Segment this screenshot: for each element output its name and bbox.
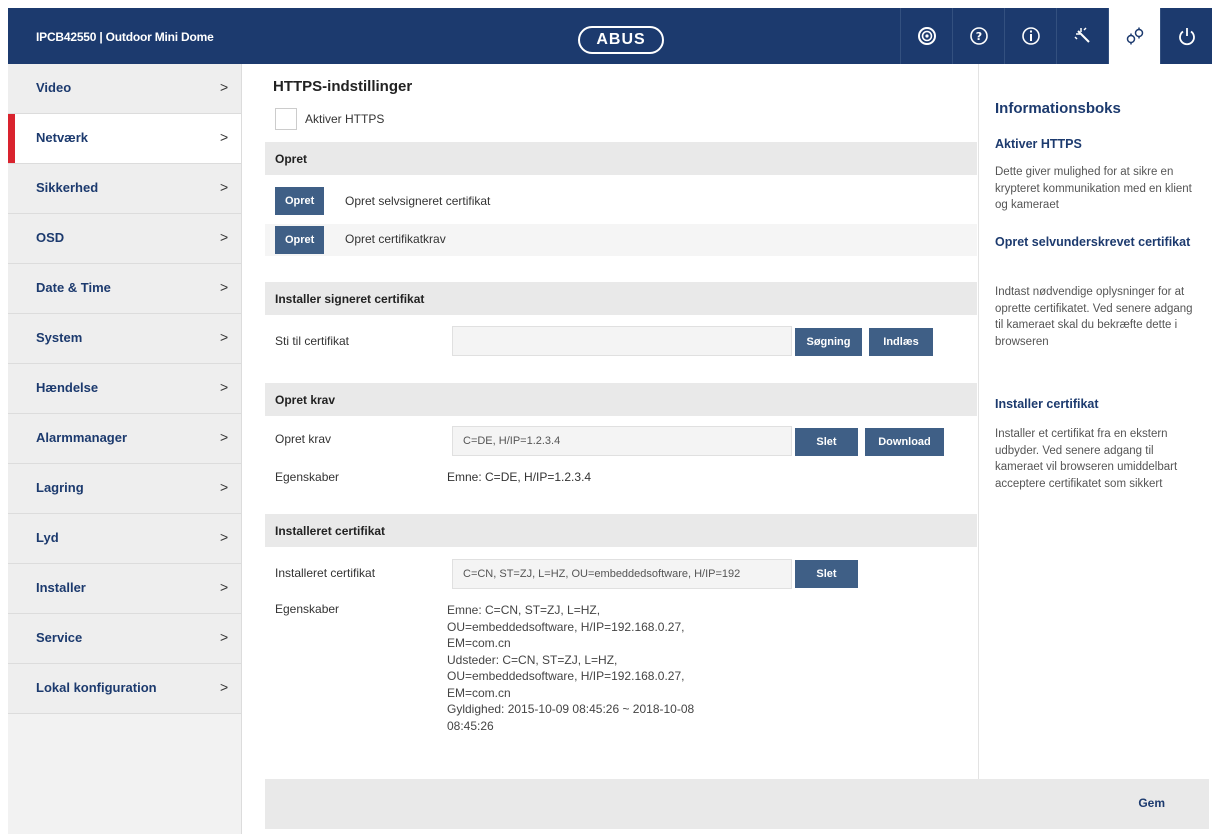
chevron-right-icon: >: [220, 629, 229, 645]
request-input[interactable]: C=DE, H/IP=1.2.3.4: [452, 426, 792, 456]
section-header-label: Installeret certifikat: [275, 524, 386, 538]
create-self-signed-button[interactable]: Opret: [275, 187, 325, 215]
power-icon[interactable]: [1160, 8, 1212, 64]
sidebar-item-date-time[interactable]: Date & Time >: [8, 264, 241, 314]
browse-button[interactable]: Søgning: [795, 328, 862, 356]
download-button[interactable]: Download: [865, 428, 944, 456]
sidebar-item-label: Lokal konfiguration: [36, 680, 157, 695]
camera-lens-icon[interactable]: [900, 8, 952, 64]
chevron-right-icon: >: [220, 579, 229, 595]
chevron-right-icon: >: [220, 679, 229, 695]
sidebar-item-label: Installer: [36, 580, 86, 595]
info-icon[interactable]: [1004, 8, 1056, 64]
create-section-header: Opret: [265, 142, 977, 175]
sidebar-item-label: Alarmmanager: [36, 430, 128, 445]
sidebar-item-alarmmanager[interactable]: Alarmmanager >: [8, 414, 241, 464]
sidebar-item-video[interactable]: Video >: [8, 64, 241, 114]
sidebar-item-lagring[interactable]: Lagring >: [8, 464, 241, 514]
info-text: Dette giver mulighed for at sikre en kry…: [995, 166, 1192, 211]
sidebar-item-label: OSD: [36, 230, 65, 245]
sidebar-item-lyd[interactable]: Lyd >: [8, 514, 241, 564]
chevron-right-icon: >: [220, 479, 229, 495]
abus-logo: ABUS: [578, 26, 664, 54]
settings-icon[interactable]: [1108, 8, 1160, 64]
delete-installed-cert-button[interactable]: Slet: [795, 560, 858, 588]
request-properties-label: Egenskaber: [275, 470, 340, 484]
upload-button[interactable]: Indlæs: [869, 328, 933, 356]
properties-line: Gyldighed: 2015-10-09 08:45:26 ~ 2018-10…: [447, 702, 695, 716]
chevron-right-icon: >: [220, 179, 229, 195]
properties-line: Udsteder: C=CN, ST=ZJ, L=HZ,: [447, 652, 618, 667]
install-signed-section-header: Installer signeret certifikat: [265, 282, 977, 315]
installed-properties-label: Egenskaber: [275, 602, 340, 616]
sidebar-item-label: Lagring: [36, 480, 84, 495]
enable-https-checkbox[interactable]: [275, 108, 297, 130]
sidebar-item-service[interactable]: Service >: [8, 614, 241, 664]
create-request-button[interactable]: Opret: [275, 226, 325, 254]
sidebar-item-label: Video: [36, 80, 72, 95]
info-text: Indtast nødvendige oplysninger for at op…: [995, 286, 1193, 348]
request-label: Opret krav: [275, 432, 332, 446]
page-title: HTTPS-indstillinger: [273, 78, 413, 95]
installed-properties-value: Emne: C=CN, ST=ZJ, L=HZ, OU=embeddedsoft…: [447, 602, 694, 734]
top-bar: IPCB42550 | Outdoor Mini Dome ABUS ?: [8, 8, 1212, 64]
sidebar-item-netvaerk[interactable]: Netværk >: [8, 114, 241, 164]
installed-cert-section-header: Installeret certifikat: [265, 514, 977, 547]
chevron-right-icon: >: [220, 329, 229, 345]
enable-https-label: Aktiver HTTPS: [305, 112, 385, 126]
footer-bar: Gem: [265, 779, 1209, 829]
sidebar-item-label: Service: [36, 630, 83, 645]
wand-icon[interactable]: [1056, 8, 1108, 64]
top-icon-bar: ?: [900, 8, 1212, 64]
sidebar-nav: Video > Netværk > Sikkerhed > OSD > Date…: [8, 64, 242, 834]
cert-path-label: Sti til certifikat: [275, 334, 350, 348]
sidebar-item-osd[interactable]: OSD >: [8, 214, 241, 264]
properties-line: 08:45:26: [447, 718, 494, 733]
sidebar-item-label: Lyd: [36, 530, 59, 545]
sidebar-item-system[interactable]: System >: [8, 314, 241, 364]
sidebar-item-haendelse[interactable]: Hændelse >: [8, 364, 241, 414]
installed-cert-label: Installeret certifikat: [275, 566, 376, 580]
sidebar-item-lokal-konfiguration[interactable]: Lokal konfiguration >: [8, 664, 241, 714]
chevron-right-icon: >: [220, 229, 229, 245]
properties-line: EM=com.cn: [447, 636, 511, 650]
installed-cert-input[interactable]: C=CN, ST=ZJ, L=HZ, OU=embeddedsoftware, …: [452, 559, 792, 589]
section-header-label: Opret: [275, 152, 308, 166]
sidebar-item-sikkerhed[interactable]: Sikkerhed >: [8, 164, 241, 214]
device-title: IPCB42550 | Outdoor Mini Dome: [36, 30, 214, 44]
sidebar-item-label: System: [36, 330, 83, 345]
section-header-label: Installer signeret certifikat: [275, 292, 425, 306]
sidebar-item-label: Date & Time: [36, 280, 111, 295]
properties-line: OU=embeddedsoftware, H/IP=192.168.0.27,: [447, 619, 685, 634]
info-heading: Aktiver HTTPS: [995, 137, 1082, 151]
sidebar-item-label: Hændelse: [36, 380, 99, 395]
info-box: Informationsboks Aktiver HTTPS Dette giv…: [978, 64, 1212, 779]
properties-line: OU=embeddedsoftware, H/IP=192.168.0.27,: [447, 669, 685, 683]
sidebar-item-installer[interactable]: Installer >: [8, 564, 241, 614]
create-self-signed-label: Opret selvsigneret certifikat: [345, 194, 491, 208]
chevron-right-icon: >: [220, 129, 229, 145]
info-box-title: Informationsboks: [995, 100, 1121, 117]
save-button[interactable]: Gem: [1138, 796, 1165, 810]
chevron-right-icon: >: [220, 279, 229, 295]
create-request-section-header: Opret krav: [265, 383, 977, 416]
info-heading: Opret selvunderskrevet certifikat: [995, 235, 1191, 249]
chevron-right-icon: >: [220, 379, 229, 395]
section-header-label: Opret krav: [275, 393, 336, 407]
info-text: Installer et certifikat fra en ekstern u…: [995, 428, 1178, 490]
chevron-right-icon: >: [220, 429, 229, 445]
chevron-right-icon: >: [220, 79, 229, 95]
help-icon[interactable]: ?: [952, 8, 1004, 64]
properties-line: Emne: C=CN, ST=ZJ, L=HZ,: [447, 603, 601, 617]
sidebar-item-label: Netværk: [36, 130, 89, 145]
info-heading: Installer certifikat: [995, 397, 1099, 411]
sidebar-item-label: Sikkerhed: [36, 180, 99, 195]
properties-line: EM=com.cn: [447, 685, 511, 700]
svg-text:?: ?: [975, 30, 981, 43]
request-properties-value: Emne: C=DE, H/IP=1.2.3.4: [447, 470, 592, 484]
create-request-label: Opret certifikatkrav: [345, 232, 446, 246]
cert-path-input[interactable]: [452, 326, 792, 356]
delete-request-button[interactable]: Slet: [795, 428, 858, 456]
chevron-right-icon: >: [220, 529, 229, 545]
